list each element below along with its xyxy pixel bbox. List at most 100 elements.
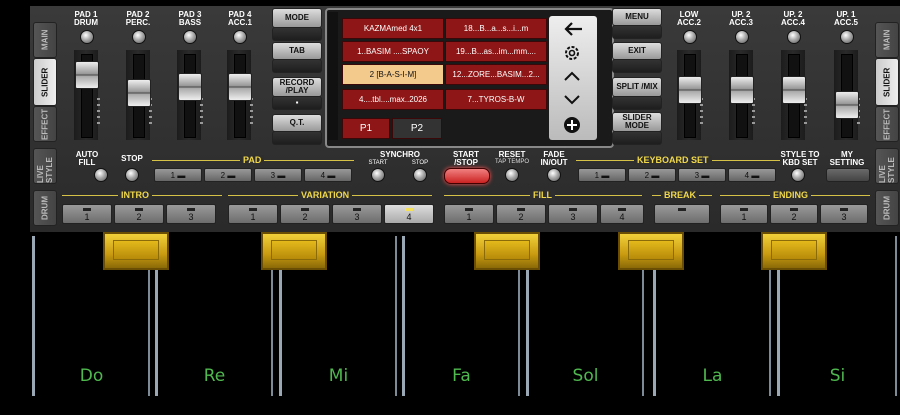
fader-handle-drum[interactable] (75, 61, 99, 89)
preset-slot-6[interactable]: 12...ZORE...BASIM...2... (445, 64, 547, 85)
gear-icon[interactable] (562, 43, 582, 63)
exit-button[interactable]: EXIT (612, 42, 662, 60)
mode-button[interactable]: MODE (272, 8, 322, 28)
black-key-4[interactable] (618, 232, 684, 270)
black-key-3[interactable] (474, 232, 540, 270)
side-tab-effect[interactable]: EFFECT (33, 106, 57, 142)
intro-button-3[interactable]: 3 (166, 204, 216, 224)
side-tab-drum-right[interactable]: DRUM (875, 190, 899, 226)
exit-sub-button[interactable] (612, 59, 662, 73)
ending-button-2[interactable]: 2 (770, 204, 818, 224)
fade-knob[interactable] (547, 168, 561, 182)
add-circle-icon[interactable] (563, 116, 581, 134)
fader-handle-acc5[interactable] (835, 91, 859, 119)
pad-knob-perc[interactable] (132, 30, 146, 44)
tab-button[interactable]: TAB (272, 42, 322, 60)
fill-button-4[interactable]: 4 (600, 204, 644, 224)
page-tab-p2[interactable]: P2 (392, 118, 442, 139)
kbd-set-button-1[interactable]: 1 ▬ (578, 168, 626, 182)
chevron-up-icon[interactable] (563, 70, 581, 82)
white-key-re[interactable]: Re (155, 236, 273, 396)
side-tab-slider[interactable]: SLIDER (33, 58, 57, 106)
my-setting-button[interactable] (826, 168, 870, 182)
pad-knob-drum[interactable] (80, 30, 94, 44)
pad-button-3[interactable]: 3 ▬ (254, 168, 302, 182)
pad-knob-acc5[interactable] (840, 30, 854, 44)
slider-mode-sub-button[interactable] (612, 131, 662, 145)
pad-label-up2-acc4: UP. 2 ACC.4 (780, 10, 805, 27)
preset-slot-4[interactable]: 19...B...as...im...mm.... (445, 41, 547, 62)
pad-button-4[interactable]: 4 ▬ (304, 168, 352, 182)
variation-button-4[interactable]: 4 (384, 204, 434, 224)
back-arrow-icon[interactable] (562, 20, 584, 38)
menu-button[interactable]: MENU (612, 8, 662, 26)
variation-button-3[interactable]: 3 (332, 204, 382, 224)
kbd-set-button-2[interactable]: 2 ▬ (628, 168, 676, 182)
fader-handle-acc3[interactable] (730, 76, 754, 104)
fader-handle-bass[interactable] (178, 73, 202, 101)
fill-button-1[interactable]: 1 (444, 204, 494, 224)
fader-handle-acc1[interactable] (228, 73, 252, 101)
preset-slot-2[interactable]: 18...B...a...s...i...m (445, 18, 547, 39)
side-tab-drum[interactable]: DRUM (33, 190, 57, 226)
preset-slot-7[interactable]: 4....tbl....max..2026 (342, 89, 444, 110)
slider-mode-button[interactable]: SLIDER MODE (612, 112, 662, 132)
split-mix-button[interactable]: SPLIT /MIX (612, 77, 662, 97)
preset-slot-8[interactable]: 7...TYROS-B-W (445, 89, 547, 110)
tab-sub-button[interactable] (272, 59, 322, 73)
preset-slot-1[interactable]: KAZMAmed 4x1 (342, 18, 444, 39)
variation-button-2[interactable]: 2 (280, 204, 330, 224)
side-tab-live-style-right[interactable]: LIVE STYLE (875, 148, 899, 184)
qt-button[interactable]: Q.T. (272, 114, 322, 132)
side-tab-main-right[interactable]: MAIN (875, 22, 899, 58)
preset-slot-3[interactable]: 1..BASIM ....SPAOY (342, 41, 444, 62)
black-key-2[interactable] (261, 232, 327, 270)
side-tab-live-style[interactable]: LIVE STYLE (33, 148, 57, 184)
black-key-5[interactable] (761, 232, 827, 270)
pad-knob-acc4[interactable] (787, 30, 801, 44)
ending-button-1[interactable]: 1 (720, 204, 768, 224)
style-to-kbd-knob[interactable] (791, 168, 805, 182)
fader-tick (250, 104, 253, 106)
pad-knob-acc3[interactable] (735, 30, 749, 44)
intro-button-1[interactable]: 1 (62, 204, 112, 224)
pad-button-2[interactable]: 2 ▬ (204, 168, 252, 182)
pad-knob-acc2[interactable] (683, 30, 697, 44)
mode-sub-button[interactable] (272, 27, 322, 41)
synchro-stop-knob[interactable] (413, 168, 427, 182)
preset-slot-5-selected[interactable]: 2 [B-A-S-I-M] (342, 64, 444, 85)
fill-button-3[interactable]: 3 (548, 204, 598, 224)
menu-sub-button[interactable] (612, 25, 662, 39)
break-button[interactable] (654, 204, 710, 224)
fader-tick (752, 104, 755, 106)
fader-handle-perc[interactable] (127, 79, 151, 107)
split-sub-button[interactable] (612, 96, 662, 110)
start-stop-button[interactable] (444, 168, 490, 184)
kbd-set-button-4[interactable]: 4 ▬ (728, 168, 776, 182)
pad-knob-acc1[interactable] (233, 30, 247, 44)
intro-button-2[interactable]: 2 (114, 204, 164, 224)
fader-tick (97, 110, 100, 112)
fader-handle-acc4[interactable] (782, 76, 806, 104)
reset-knob[interactable] (505, 168, 519, 182)
black-key-1[interactable] (103, 232, 169, 270)
pad-label-bass: PAD 3 BASS (178, 10, 202, 27)
fader-handle-acc2[interactable] (678, 76, 702, 104)
stop-knob[interactable] (125, 168, 139, 182)
ending-button-3[interactable]: 3 (820, 204, 868, 224)
chevron-down-icon[interactable] (563, 94, 581, 106)
pad-knob-bass[interactable] (183, 30, 197, 44)
page-tab-p1[interactable]: P1 (342, 118, 390, 139)
side-tab-main[interactable]: MAIN (33, 22, 57, 58)
record-play-button[interactable]: RECORD /PLAY (272, 77, 322, 97)
qt-sub-button[interactable] (272, 131, 322, 145)
kbd-set-button-3[interactable]: 3 ▬ (678, 168, 726, 182)
side-tab-effect-right[interactable]: EFFECT (875, 106, 899, 142)
fill-button-2[interactable]: 2 (496, 204, 546, 224)
variation-button-1[interactable]: 1 (228, 204, 278, 224)
auto-fill-knob[interactable] (94, 168, 108, 182)
side-tab-slider-right[interactable]: SLIDER (875, 58, 899, 106)
synchro-start-knob[interactable] (371, 168, 385, 182)
record-sub-button[interactable]: ▪ (272, 96, 322, 110)
pad-button-1[interactable]: 1 ▬ (154, 168, 202, 182)
